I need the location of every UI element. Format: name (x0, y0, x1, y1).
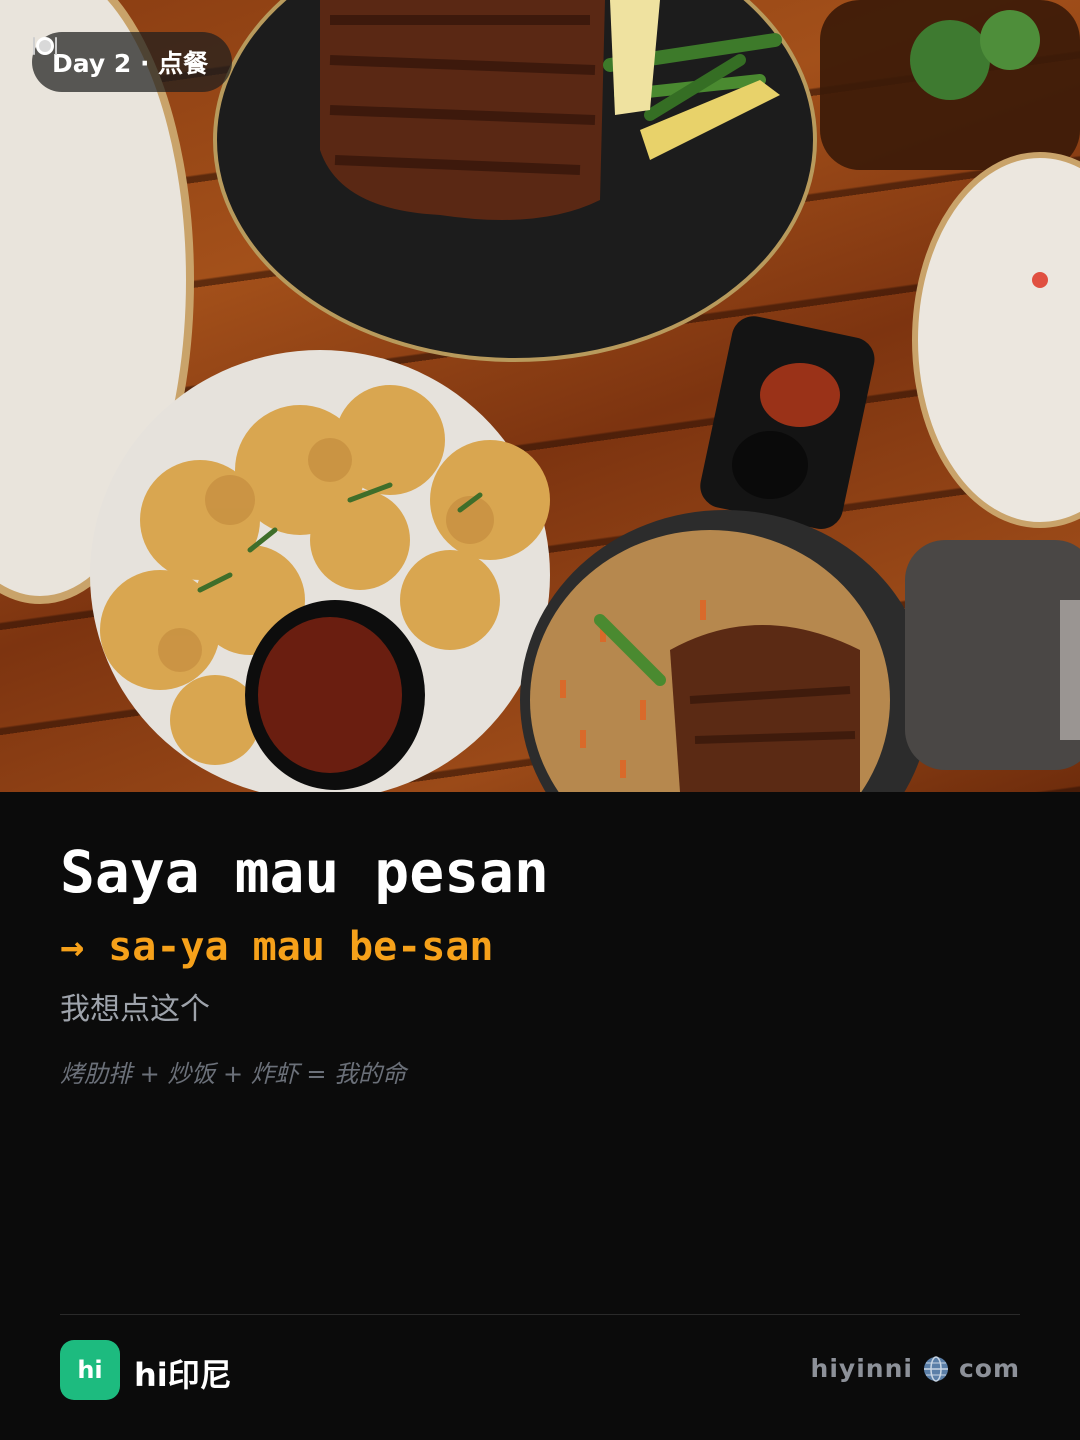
footer-divider (60, 1314, 1020, 1315)
website-tld: com (958, 1354, 1020, 1383)
brand-name: hi印尼 (134, 1356, 232, 1394)
brand-logo: hi (60, 1340, 120, 1400)
day-badge-label: Day 2 · 点餐 (52, 49, 209, 78)
footer: hi hi印尼 hiyinni com (60, 1340, 1020, 1400)
chinese-meaning: 我想点这个 (60, 992, 210, 1027)
pronunciation: → sa-ya mau be-san (60, 924, 494, 970)
plate-cutlery-icon (33, 37, 57, 55)
website: hiyinni com (811, 1354, 1020, 1383)
globe-icon (923, 1355, 948, 1382)
food-photo-illustration (0, 0, 1080, 792)
day-badge: Day 2 · 点餐 (32, 32, 233, 92)
website-name: hiyinni (810, 1354, 913, 1383)
indonesian-phrase: Saya mau pesan (60, 838, 549, 906)
phrase-note: 烤肋排 + 炒饭 + 炸虾 = 我的命 (60, 1060, 407, 1088)
brand-logo-text: hi (77, 1356, 103, 1384)
food-photo: Day 2 · 点餐 (0, 0, 1080, 792)
